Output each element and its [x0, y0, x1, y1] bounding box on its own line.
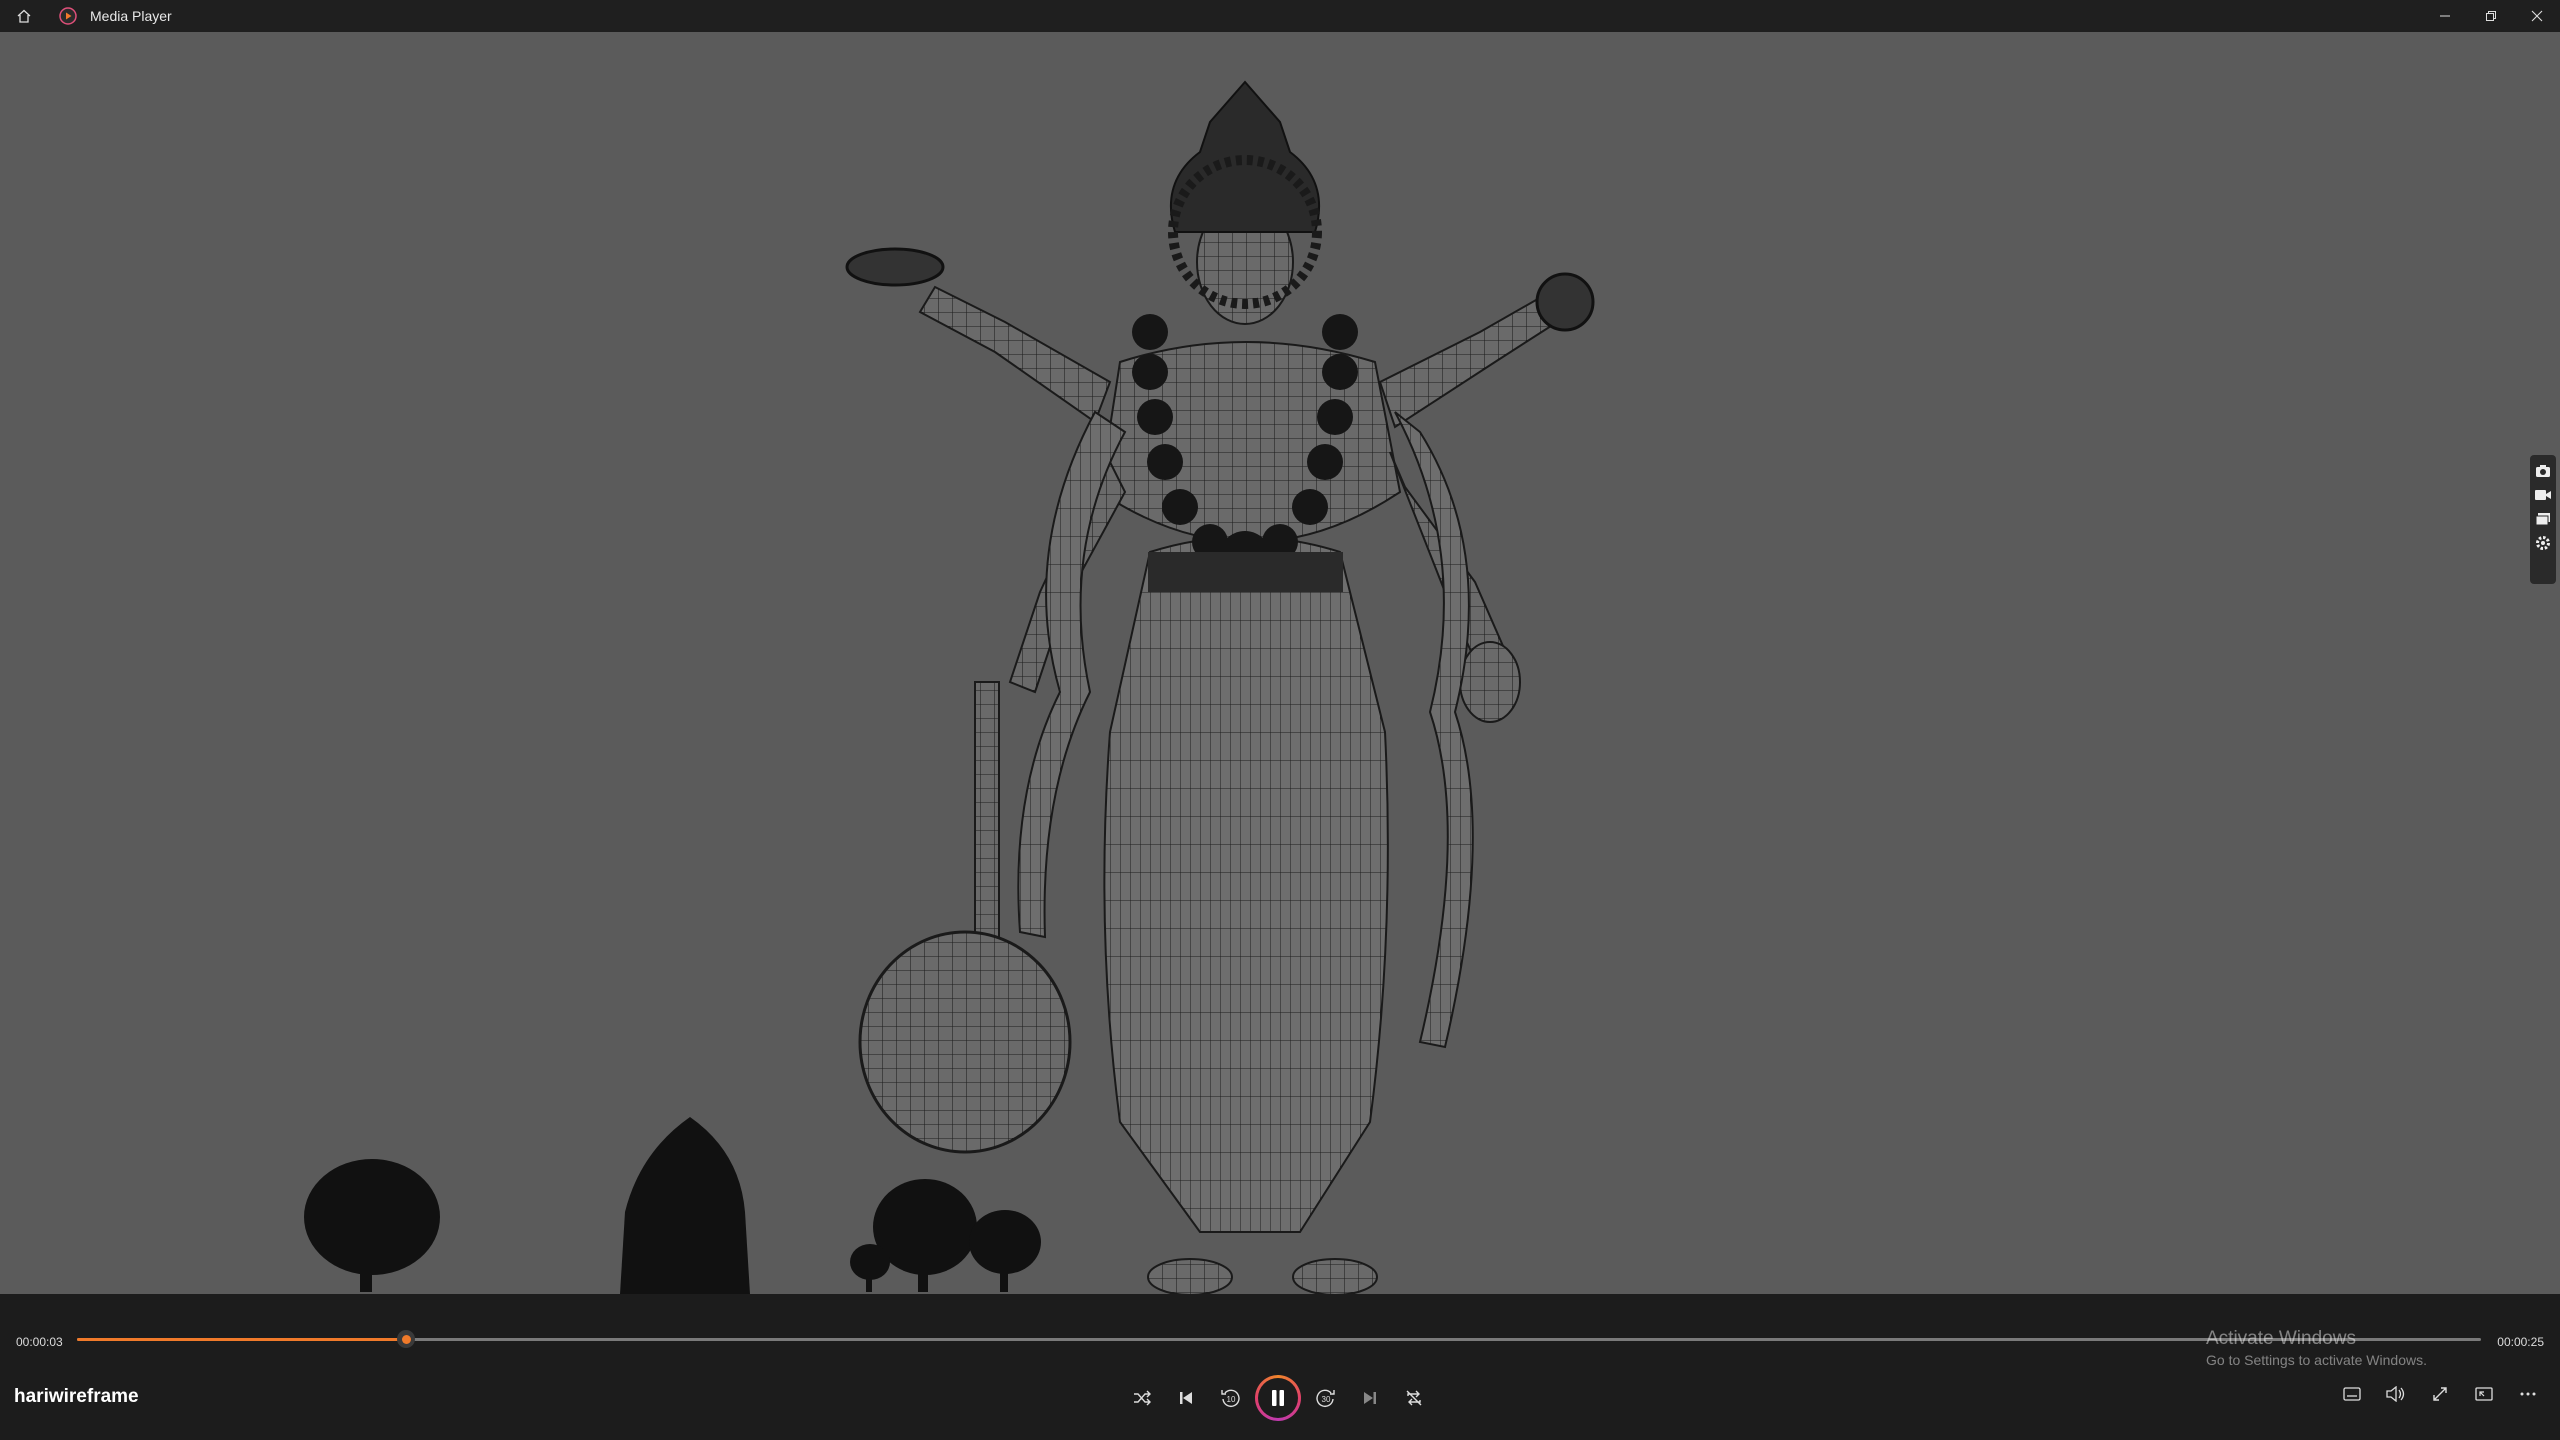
playback-controls: 00:00:03 00:00:25 hariwireframe 10 30 — [0, 1294, 2560, 1440]
wireframe-statue-image — [304, 80, 1595, 1294]
home-icon[interactable] — [8, 0, 40, 32]
activate-windows-watermark: Activate Windows Go to Settings to activ… — [2206, 1328, 2427, 1368]
rewind-10-icon[interactable]: 10 — [1208, 1376, 1252, 1420]
close-icon[interactable] — [2514, 0, 2560, 32]
mini-player-icon[interactable] — [2462, 1374, 2506, 1414]
settings-icon[interactable] — [2532, 531, 2554, 555]
video-overlay-toolbar — [2530, 455, 2556, 584]
seek-bar-thumb[interactable] — [397, 1330, 416, 1348]
pause-button[interactable] — [1255, 1375, 1301, 1421]
svg-text:10: 10 — [1227, 1395, 1236, 1404]
media-player-icon — [58, 6, 78, 26]
captions-icon[interactable] — [2330, 1374, 2374, 1414]
repeat-off-icon[interactable] — [1392, 1376, 1436, 1420]
watermark-title: Activate Windows — [2206, 1328, 2356, 1349]
gallery-icon[interactable] — [2532, 507, 2554, 531]
shuffle-icon[interactable] — [1120, 1376, 1164, 1420]
watermark-subtitle: Go to Settings to activate Windows. — [2206, 1352, 2427, 1368]
seek-bar[interactable] — [77, 1330, 2481, 1348]
total-time: 00:00:25 — [2497, 1335, 2544, 1349]
forward-30-icon[interactable]: 30 — [1304, 1376, 1348, 1420]
camera-icon[interactable] — [2532, 459, 2554, 483]
next-icon[interactable] — [1348, 1376, 1392, 1420]
title-bar: Media Player — [0, 0, 2560, 32]
minimize-icon[interactable] — [2422, 0, 2468, 32]
video-camera-icon[interactable] — [2532, 483, 2554, 507]
video-frame[interactable] — [0, 32, 2560, 1294]
pause-icon — [1258, 1378, 1298, 1418]
window-title: Media Player — [90, 8, 172, 24]
previous-icon[interactable] — [1164, 1376, 1208, 1420]
fullscreen-icon[interactable] — [2418, 1374, 2462, 1414]
svg-text:30: 30 — [1322, 1395, 1331, 1404]
current-time: 00:00:03 — [16, 1335, 63, 1349]
restore-icon[interactable] — [2468, 0, 2514, 32]
volume-icon[interactable] — [2374, 1374, 2418, 1414]
seek-bar-progress — [77, 1338, 407, 1341]
more-icon[interactable] — [2506, 1374, 2550, 1414]
media-title: hariwireframe — [14, 1386, 139, 1407]
